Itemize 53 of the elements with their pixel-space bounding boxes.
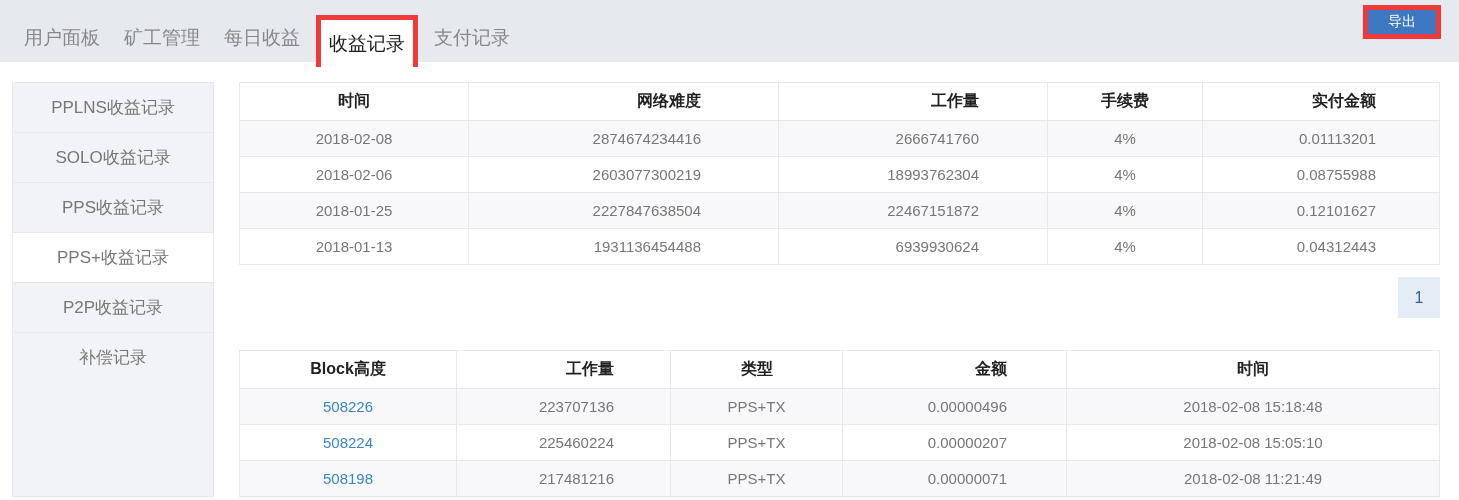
table-cell: 2018-02-08 15:05:10 [1066, 424, 1440, 461]
table-cell: 2018-02-08 [239, 120, 469, 157]
table-cell: PPS+TX [670, 460, 843, 497]
column-header: 手续费 [1047, 82, 1203, 121]
block-link[interactable]: 508226 [322, 398, 374, 415]
page-button[interactable]: 1 [1398, 277, 1440, 318]
table-cell: 2018-01-13 [239, 228, 469, 265]
table-cell: PPS+TX [670, 424, 843, 461]
table-cell: 0.08755988 [1202, 156, 1440, 193]
block-link[interactable]: 508198 [322, 470, 374, 487]
column-header: 实付金额 [1202, 82, 1440, 121]
export-button[interactable]: 导出 [1368, 10, 1436, 34]
table-cell: 22467151872 [778, 192, 1048, 229]
table-cell: 18993762304 [778, 156, 1048, 193]
table-cell: 217481216 [456, 460, 671, 497]
nav-tab[interactable]: 每日收益 [212, 14, 312, 62]
table-cell: 0.00000071 [842, 460, 1067, 497]
table-cell: 0.00000496 [842, 388, 1067, 425]
table-cell: 2018-02-06 [239, 156, 469, 193]
table-cell: 0.01113201 [1202, 120, 1440, 157]
table-cell: 4% [1047, 192, 1203, 229]
table-cell: 4% [1047, 120, 1203, 157]
table-cell: 4% [1047, 156, 1203, 193]
column-header: 时间 [239, 82, 469, 121]
table-cell: 2018-02-08 11:21:49 [1066, 460, 1440, 497]
nav-tab[interactable]: 收益记录 [316, 15, 418, 67]
table-cell: 0.04312443 [1202, 228, 1440, 265]
table-cell: 2227847638504 [468, 192, 779, 229]
table-cell: 2018-02-08 15:18:48 [1066, 388, 1440, 425]
table-cell: 2666741760 [778, 120, 1048, 157]
table-cell: 2874674234416 [468, 120, 779, 157]
table-cell: 6939930624 [778, 228, 1048, 265]
nav-tab[interactable]: 支付记录 [422, 14, 522, 62]
table-cell: 225460224 [456, 424, 671, 461]
table-cell: 2603077300219 [468, 156, 779, 193]
column-header: Block高度 [239, 350, 457, 389]
column-header: 工作量 [778, 82, 1048, 121]
column-header: 金额 [842, 350, 1067, 389]
column-header: 类型 [670, 350, 843, 389]
table-cell: 223707136 [456, 388, 671, 425]
table-cell: 4% [1047, 228, 1203, 265]
sidebar-item[interactable]: PPS+收益记录 [13, 233, 213, 283]
column-header: 工作量 [456, 350, 671, 389]
column-header: 时间 [1066, 350, 1440, 389]
nav-tab[interactable]: 用户面板 [12, 14, 112, 62]
table-cell: 1931136454488 [468, 228, 779, 265]
table-cell: 0.12101627 [1202, 192, 1440, 229]
table-cell: PPS+TX [670, 388, 843, 425]
column-header: 网络难度 [468, 82, 779, 121]
table-cell: 2018-01-25 [239, 192, 469, 229]
block-link[interactable]: 508224 [322, 434, 374, 451]
table-cell: 0.00000207 [842, 424, 1067, 461]
nav-tab[interactable]: 矿工管理 [112, 14, 212, 62]
